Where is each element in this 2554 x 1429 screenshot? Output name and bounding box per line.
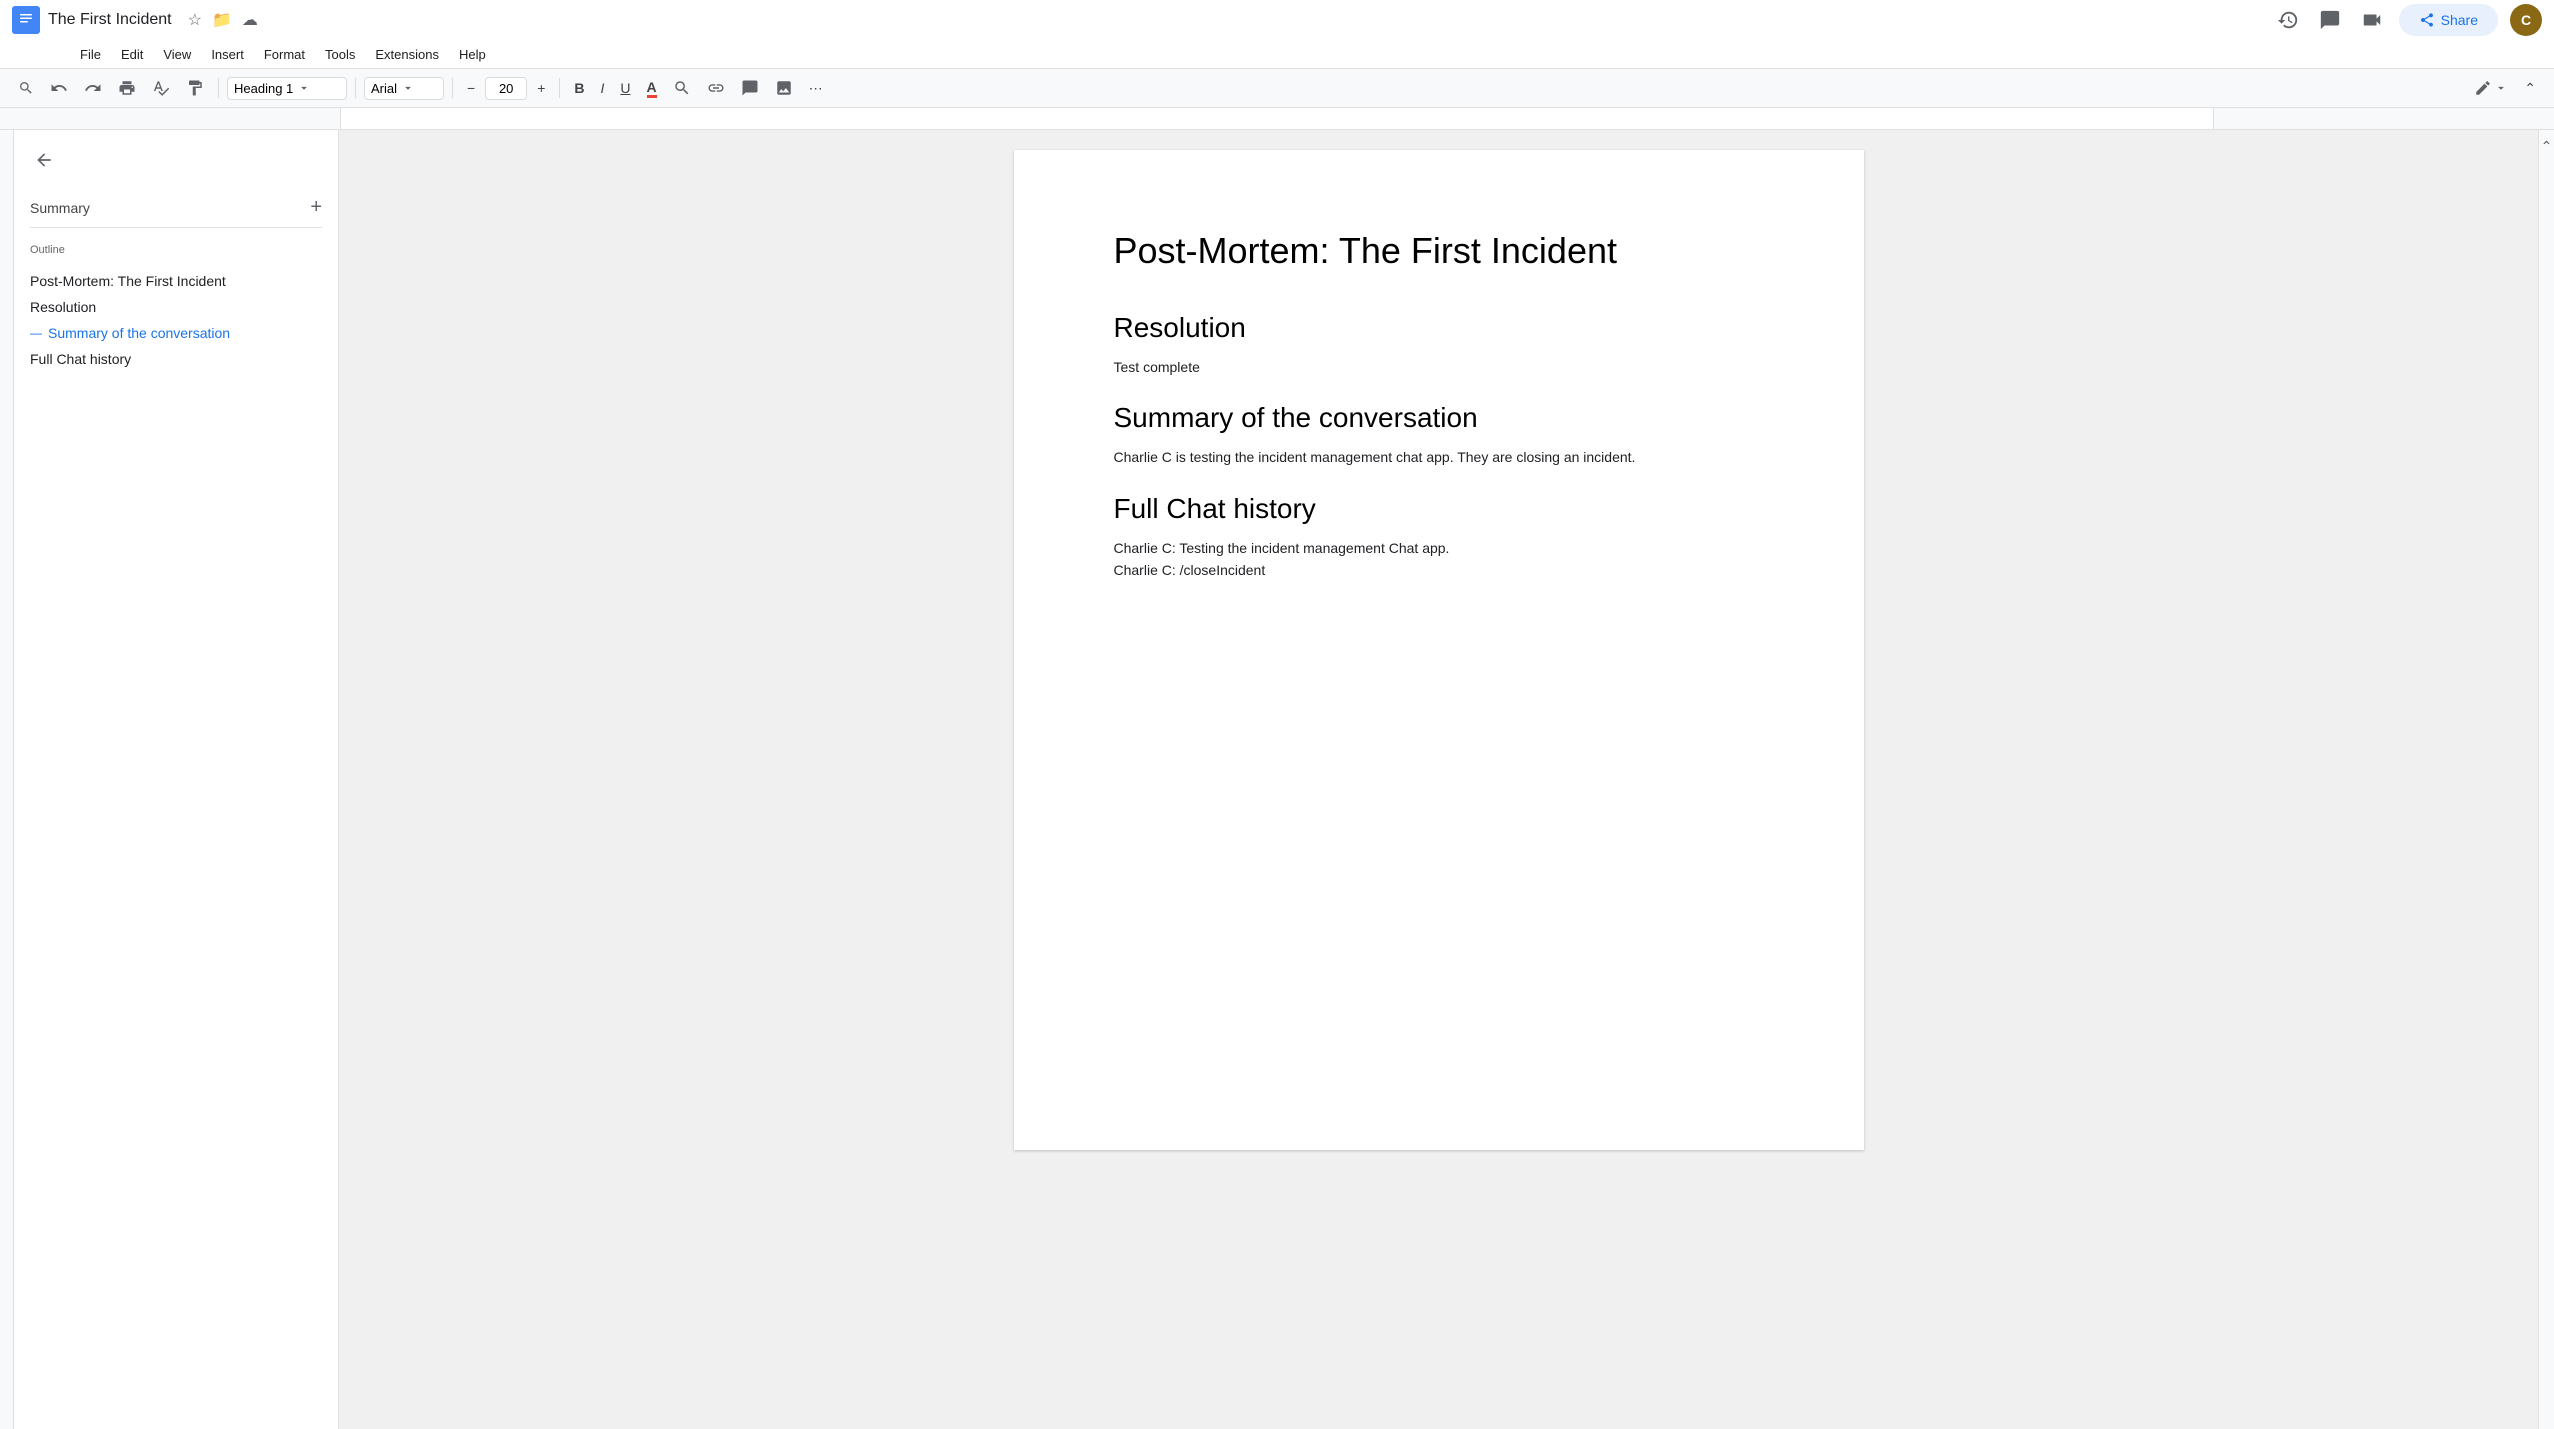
italic-button[interactable]: I — [595, 76, 611, 100]
spellcheck-button[interactable] — [146, 75, 176, 101]
document-title: Post-Mortem: The First Incident — [1114, 230, 1784, 272]
document-title: The First Incident — [48, 11, 172, 29]
section-heading-1: Summary of the conversation — [1114, 402, 1784, 434]
font-color-icon: A — [647, 79, 657, 98]
comment-button[interactable] — [735, 75, 765, 101]
sidebar-divider — [30, 227, 322, 228]
section-heading-2: Full Chat history — [1114, 493, 1784, 525]
undo-button[interactable] — [44, 75, 74, 101]
menu-insert[interactable]: Insert — [203, 44, 252, 65]
toolbar-divider-1 — [218, 78, 219, 98]
folder-button[interactable]: 📁 — [212, 10, 232, 30]
sidebar-add-button[interactable]: + — [310, 196, 322, 219]
paint-format-button[interactable] — [180, 75, 210, 101]
meet-button[interactable] — [2357, 5, 2387, 35]
outline-item-0[interactable]: Post-Mortem: The First Incident — [30, 268, 322, 294]
sidebar-summary-section: Summary + — [30, 196, 322, 219]
image-button[interactable] — [769, 75, 799, 101]
redo-button[interactable] — [78, 75, 108, 101]
highlight-button[interactable] — [667, 75, 697, 101]
font-size-input[interactable]: 20 — [485, 77, 527, 100]
main-layout: Summary + Outline Post-Mortem: The First… — [0, 130, 2554, 1429]
outline-item-2[interactable]: Summary of the conversation — [30, 320, 322, 346]
style-label: Heading 1 — [234, 81, 293, 96]
font-color-button[interactable]: A — [641, 75, 663, 102]
bold-button[interactable]: B — [568, 76, 590, 100]
font-label: Arial — [371, 81, 397, 96]
share-button[interactable]: Share — [2399, 4, 2498, 36]
outline-item-3[interactable]: Full Chat history — [30, 346, 322, 372]
star-button[interactable]: ☆ — [188, 10, 202, 30]
menu-file[interactable]: File — [72, 44, 109, 65]
edit-mode-button[interactable] — [2468, 75, 2514, 101]
menu-edit[interactable]: Edit — [113, 44, 151, 65]
history-button[interactable] — [2273, 5, 2303, 35]
title-bar: The First Incident ☆ 📁 ☁ Share C — [0, 0, 2554, 40]
menu-format[interactable]: Format — [256, 44, 313, 65]
chat-line-0: Charlie C: Testing the incident manageme… — [1114, 537, 1784, 559]
toolbar: Heading 1 Arial − 20 + B I U A ⋯ ⌃ — [0, 68, 2554, 108]
search-button[interactable] — [12, 76, 40, 100]
menu-bar: File Edit View Insert Format Tools Exten… — [0, 40, 2554, 68]
menu-help[interactable]: Help — [451, 44, 494, 65]
outline-item-1[interactable]: Resolution — [30, 294, 322, 320]
ruler — [0, 108, 2554, 130]
toolbar-divider-3 — [452, 78, 453, 98]
section-body-0: Test complete — [1114, 356, 1784, 378]
header-right: Share C — [2273, 4, 2542, 36]
share-label: Share — [2441, 12, 2478, 28]
link-button[interactable] — [701, 75, 731, 101]
section-heading-0: Resolution — [1114, 312, 1784, 344]
menu-tools[interactable]: Tools — [317, 44, 363, 65]
cloud-button[interactable]: ☁ — [242, 10, 258, 30]
menu-view[interactable]: View — [155, 44, 199, 65]
underline-button[interactable]: U — [614, 76, 636, 100]
ruler-inner — [340, 108, 2214, 129]
title-action-icons: ☆ 📁 ☁ — [188, 10, 258, 30]
menu-extensions[interactable]: Extensions — [367, 44, 447, 65]
document-area[interactable]: Post-Mortem: The First Incident Resoluti… — [339, 130, 2538, 1429]
increase-font-button[interactable]: + — [531, 76, 551, 100]
sidebar: Summary + Outline Post-Mortem: The First… — [14, 130, 339, 1429]
right-sidebar: ⌃ — [2538, 130, 2554, 1429]
font-selector[interactable]: Arial — [364, 77, 444, 100]
sidebar-back-button[interactable] — [30, 146, 58, 180]
google-docs-icon — [12, 6, 40, 34]
toolbar-divider-4 — [559, 78, 560, 98]
chat-line-1: Charlie C: /closeIncident — [1114, 559, 1784, 581]
outline-label: Outline — [30, 244, 322, 256]
right-sidebar-toggle[interactable]: ⌃ — [2541, 138, 2553, 155]
user-avatar[interactable]: C — [2510, 4, 2542, 36]
decrease-font-button[interactable]: − — [461, 76, 481, 100]
comments-button[interactable] — [2315, 5, 2345, 35]
collapse-toolbar-button[interactable]: ⌃ — [2518, 76, 2542, 101]
sidebar-summary-title: Summary — [30, 200, 90, 216]
more-button[interactable]: ⋯ — [803, 76, 829, 101]
section-chat-lines: Charlie C: Testing the incident manageme… — [1114, 537, 1784, 582]
section-body-1: Charlie C is testing the incident manage… — [1114, 446, 1784, 468]
toolbar-divider-2 — [355, 78, 356, 98]
document-page: Post-Mortem: The First Incident Resoluti… — [1014, 150, 1864, 1150]
vertical-ruler — [0, 130, 14, 1429]
print-button[interactable] — [112, 75, 142, 101]
style-selector[interactable]: Heading 1 — [227, 77, 347, 100]
